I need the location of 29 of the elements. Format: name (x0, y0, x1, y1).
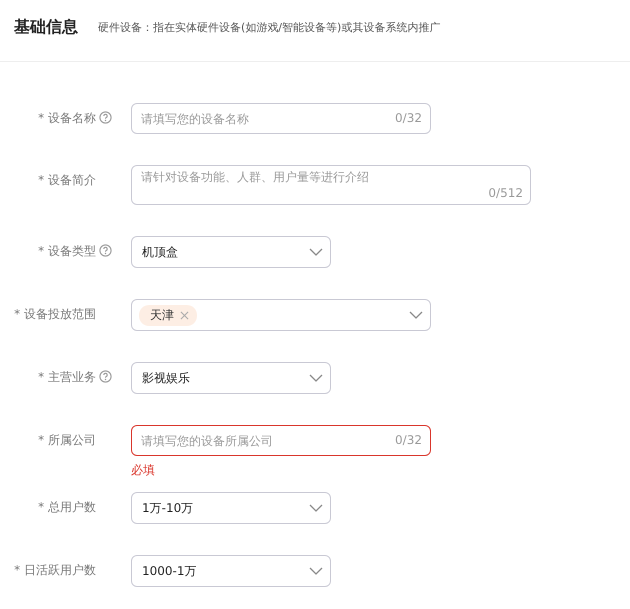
field-label: * 日活跃用户数 (13, 562, 96, 579)
tag-label: 天津 (150, 306, 174, 324)
dropdown-select[interactable]: 1000-1万 (131, 555, 331, 587)
chevron-down-icon (309, 248, 323, 256)
dropdown-select[interactable]: 1万-10万 (131, 492, 331, 524)
field-label: * 设备简介 (37, 172, 96, 189)
multi-select-field[interactable]: 天津 (131, 299, 431, 331)
help-icon[interactable] (99, 244, 112, 257)
help-icon[interactable] (99, 111, 112, 124)
section-title: 基础信息 (14, 17, 78, 38)
character-counter: 0/32 (395, 433, 422, 448)
field-label: * 主营业务 (37, 369, 96, 386)
chevron-down-icon (309, 504, 323, 512)
chevron-down-icon (309, 374, 323, 382)
field-label: * 所属公司 (37, 432, 96, 449)
error-message: 必填 (131, 462, 156, 479)
section-description: 硬件设备：指在实体硬件设备(如游戏/智能设备等)或其设备系统内推广 (98, 20, 440, 35)
character-counter: 0/32 (395, 111, 422, 126)
field-label: * 总用户数 (37, 499, 96, 516)
help-icon[interactable] (99, 370, 112, 383)
dropdown-select[interactable]: 机顶盒 (131, 236, 331, 268)
close-icon[interactable] (180, 310, 189, 320)
field-label: * 设备投放范围 (13, 306, 96, 323)
field-label: * 设备名称 (37, 110, 96, 127)
dropdown-select[interactable]: 影视娱乐 (131, 362, 331, 394)
chevron-down-icon (309, 567, 323, 575)
chevron-down-icon (409, 311, 423, 319)
character-counter: 0/512 (488, 186, 523, 201)
field-label: * 设备类型 (37, 243, 96, 260)
